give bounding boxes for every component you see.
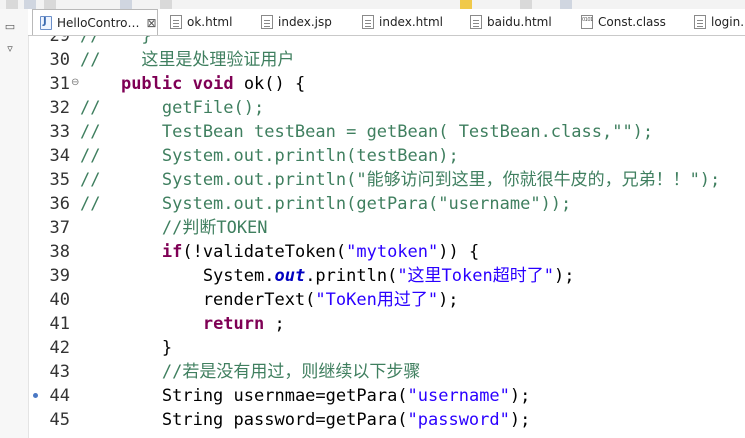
line-number: 39 [49, 266, 70, 286]
code-line: 44 String usernmae=getPara("username"); [28, 384, 745, 408]
code-text: // System.out.println(getPara("username"… [80, 194, 572, 214]
tab-label: baidu.html [487, 15, 552, 29]
toolbar-icon[interactable] [44, 0, 56, 9]
class-file-icon [581, 15, 593, 29]
code-line: 42 } [28, 336, 745, 360]
tab-hellocontroller[interactable]: HelloContro… ⊠ [32, 9, 158, 35]
code-line: 36 // System.out.println(getPara("userna… [28, 192, 745, 216]
code-line: 35 // System.out.println("能够访问到这里，你就很牛皮的… [28, 168, 745, 192]
line-number: 38 [49, 242, 70, 262]
code-line: 29 // } [28, 36, 745, 48]
code-line: 34 // System.out.println(testBean); [28, 144, 745, 168]
toolbar-icon[interactable] [160, 0, 172, 9]
fold-collapse-icon[interactable]: ⊖ [71, 72, 79, 94]
editor-tab-bar: HelloContro… ⊠ ok.html index.jsp index.h… [28, 9, 745, 36]
line-number: 43 [49, 362, 70, 382]
code-text: // System.out.println("能够访问到这里，你就很牛皮的，兄弟… [80, 170, 721, 190]
line-number: 44 [49, 386, 70, 406]
toolbar-icon[interactable] [120, 0, 132, 9]
code-text: public void ok() { [120, 74, 306, 94]
line-number: 45 [49, 410, 70, 430]
line-number: 29 [49, 36, 70, 46]
code-line: 40 renderText("ToKen用过了"); [28, 288, 745, 312]
line-number: 41 [49, 314, 70, 334]
toolbar-strip [0, 0, 745, 9]
line-number: 42 [49, 338, 70, 358]
code-text: // TestBean testBean = getBean( TestBean… [80, 122, 654, 142]
code-line: 38 if(!validateToken("mytoken")) { [28, 240, 745, 264]
side-trim: ▭ ▿ [0, 9, 29, 438]
code-text: // getFile(); [80, 98, 265, 118]
tab-login-html[interactable]: login. [694, 9, 744, 35]
line-number: 30 [49, 50, 70, 70]
html-file-icon [694, 15, 706, 29]
toolbar-icon[interactable] [24, 0, 36, 9]
toolbar-icon[interactable] [6, 0, 18, 9]
line-number: 37 [49, 218, 70, 238]
tab-baidu-html[interactable]: baidu.html [470, 9, 552, 35]
code-line: 43 //若是没有用过，则继续以下步骤 [28, 360, 745, 384]
code-text: } [80, 338, 173, 358]
toolbar-icon[interactable] [560, 0, 572, 9]
tab-index-jsp[interactable]: index.jsp [261, 9, 332, 35]
tab-label: index.html [379, 15, 443, 29]
code-line: 30 // 这里是处理验证用户 [28, 48, 745, 72]
code-line: 45 String password=getPara("password"); [28, 408, 745, 432]
tab-label: ok.html [187, 15, 233, 29]
code-text: if(!validateToken("mytoken")) { [161, 242, 480, 262]
code-text: // } [80, 36, 152, 46]
code-editor[interactable]: 29 // } 30 // 这里是处理验证用户 31 ⊖ public void… [28, 36, 745, 438]
view-menu-icon[interactable]: ▿ [4, 43, 16, 55]
line-number: 33 [49, 122, 70, 142]
code-text: // 这里是处理验证用户 [80, 50, 295, 70]
code-line: 39 System.out.println("这里Token超时了"); [28, 264, 745, 288]
java-file-icon [40, 15, 52, 30]
tab-label: index.jsp [278, 15, 332, 29]
code-text: //若是没有用过，则继续以下步骤 [80, 362, 421, 382]
line-number: 35 [49, 170, 70, 190]
jsp-file-icon [261, 15, 273, 29]
html-file-icon [170, 15, 182, 29]
html-file-icon [362, 15, 374, 29]
toolbar-icon[interactable] [460, 0, 472, 9]
line-number: 31 [49, 74, 70, 94]
line-number: 34 [49, 146, 70, 166]
tab-label: HelloContro… [57, 15, 140, 30]
code-text: String password=getPara("password"); [80, 410, 531, 430]
line-number: 36 [49, 194, 70, 214]
code-line: 33 // TestBean testBean = getBean( TestB… [28, 120, 745, 144]
code-text: // System.out.println(testBean); [80, 146, 459, 166]
code-line: 41 return ; [28, 312, 745, 336]
code-text: //判断TOKEN [80, 218, 268, 238]
code-line: 37 //判断TOKEN [28, 216, 745, 240]
code-text: String usernmae=getPara("username"); [80, 386, 531, 406]
tab-label: login. [711, 15, 745, 29]
code-text: renderText("ToKen用过了"); [80, 290, 459, 310]
line-number: 40 [49, 290, 70, 310]
line-number: 32 [49, 98, 70, 118]
code-text: System.out.println("这里Token超时了"); [80, 266, 575, 286]
code-line: 32 // getFile(); [28, 96, 745, 120]
close-icon[interactable]: ⊠ [146, 16, 156, 30]
toolbar-icon[interactable] [520, 0, 532, 9]
tab-ok-html[interactable]: ok.html [170, 9, 232, 35]
tab-const-class[interactable]: Const.class [581, 9, 666, 35]
tab-label: Const.class [598, 15, 666, 29]
code-text: return ; [202, 314, 285, 334]
restore-icon[interactable]: ▭ [4, 21, 16, 33]
code-line: 31 ⊖ public void ok() { [28, 72, 745, 96]
tab-index-html[interactable]: index.html [362, 9, 443, 35]
html-file-icon [470, 15, 482, 29]
